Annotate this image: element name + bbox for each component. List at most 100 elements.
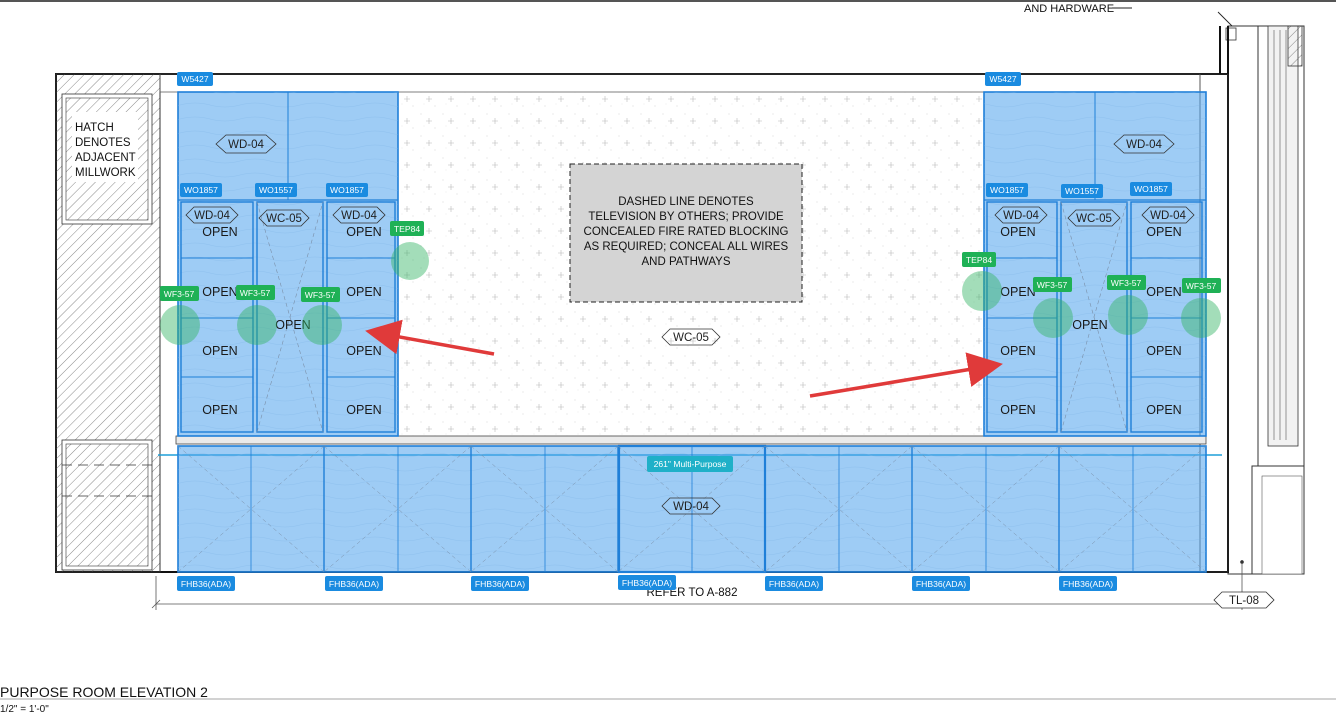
svg-text:FHB36(ADA): FHB36(ADA) (475, 579, 525, 589)
open-label: OPEN (202, 403, 237, 417)
svg-text:WO1857: WO1857 (990, 185, 1024, 195)
tag-w5427[interactable]: W5427 (985, 72, 1021, 86)
tag-wf3-57[interactable]: WF3-57 (301, 287, 340, 302)
svg-text:WF3-57: WF3-57 (164, 289, 195, 299)
tag-tep84[interactable]: TEP84 (962, 252, 996, 267)
svg-text:WO1857: WO1857 (184, 185, 218, 195)
svg-text:261" Multi-Purpose: 261" Multi-Purpose (654, 459, 727, 469)
tag-wf3-57[interactable]: WF3-57 (160, 286, 199, 301)
hatch-note-line: HATCH (75, 122, 114, 134)
svg-text:WD-04: WD-04 (1126, 139, 1162, 151)
hardware-note: AND HARDWARE (1024, 3, 1114, 15)
svg-text:FHB36(ADA): FHB36(ADA) (1063, 579, 1113, 589)
fixture-marker[interactable] (391, 242, 429, 280)
svg-text:WO1857: WO1857 (1134, 184, 1168, 194)
tag-wo1857[interactable]: WO1857 (180, 183, 222, 197)
open-label: OPEN (1146, 344, 1181, 358)
svg-text:WO1557: WO1557 (1065, 186, 1099, 196)
tag-fhb36[interactable]: FHB36(ADA) (177, 576, 235, 591)
svg-text:FHB36(ADA): FHB36(ADA) (769, 579, 819, 589)
tag-wo1857[interactable]: WO1857 (986, 183, 1028, 197)
open-label: OPEN (346, 403, 381, 417)
open-label: OPEN (202, 225, 237, 239)
tv-note-line: CONCEALED FIRE RATED BLOCKING (584, 226, 789, 238)
tag-wo1857[interactable]: WO1857 (1130, 182, 1172, 196)
tag-wf3-57[interactable]: WF3-57 (1182, 278, 1221, 293)
countertop (175, 435, 1207, 445)
svg-text:FHB36(ADA): FHB36(ADA) (181, 579, 231, 589)
svg-text:WD-04: WD-04 (194, 210, 230, 222)
fixture-marker[interactable] (302, 305, 342, 345)
svg-text:TL-08: TL-08 (1229, 595, 1259, 607)
fixture-marker[interactable] (1181, 298, 1221, 338)
tag-w5427[interactable]: W5427 (177, 72, 213, 86)
svg-text:WC-05: WC-05 (266, 213, 302, 225)
hatch-note-line: MILLWORK (75, 167, 136, 179)
svg-text:WO1857: WO1857 (330, 185, 364, 195)
open-label: OPEN (1000, 344, 1035, 358)
hex-label-wd04: WD-04 (215, 134, 277, 154)
hex-label-wc05: WC-05 (661, 328, 721, 346)
tv-note-line: AND PATHWAYS (641, 256, 730, 268)
tag-wf3-57[interactable]: WF3-57 (1033, 277, 1072, 292)
open-label: OPEN (1072, 318, 1107, 332)
hex-label-tl08: TL-08 (1213, 591, 1275, 609)
open-label: OPEN (202, 285, 237, 299)
svg-text:WD-04: WD-04 (341, 210, 377, 222)
svg-text:W5427: W5427 (181, 74, 208, 84)
hex-label-wd04: WD-04 (332, 206, 386, 224)
svg-text:FHB36(ADA): FHB36(ADA) (329, 579, 379, 589)
svg-text:WD-04: WD-04 (1150, 210, 1186, 222)
open-label: OPEN (1146, 225, 1181, 239)
tag-fhb36[interactable]: FHB36(ADA) (912, 576, 970, 591)
drawing-scale: 1/2" = 1'-0" (0, 704, 49, 715)
hex-label-wd04: WD-04 (1141, 206, 1195, 224)
open-label: OPEN (1000, 285, 1035, 299)
open-label: OPEN (346, 344, 381, 358)
tag-fhb36[interactable]: FHB36(ADA) (618, 575, 676, 590)
tag-fhb36[interactable]: FHB36(ADA) (471, 576, 529, 591)
tv-note-line: AS REQUIRED; CONCEAL ALL WIRES (584, 241, 789, 253)
open-label: OPEN (1146, 403, 1181, 417)
tv-note-line: DASHED LINE DENOTES (618, 196, 754, 208)
tag-wo1557[interactable]: WO1557 (1061, 184, 1103, 198)
svg-text:WF3-57: WF3-57 (1111, 278, 1142, 288)
svg-text:WC-05: WC-05 (1076, 213, 1112, 225)
drawing-title: PURPOSE ROOM ELEVATION 2 (0, 684, 208, 700)
tag-wf3-57[interactable]: WF3-57 (1107, 275, 1146, 290)
tag-fhb36[interactable]: FHB36(ADA) (1059, 576, 1117, 591)
fixture-marker[interactable] (962, 271, 1002, 311)
fixture-marker[interactable] (160, 305, 200, 345)
svg-text:FHB36(ADA): FHB36(ADA) (916, 579, 966, 589)
tag-tep84[interactable]: TEP84 (390, 221, 424, 236)
fixture-marker[interactable] (1033, 298, 1073, 338)
tv-note-line: TELEVISION BY OTHERS; PROVIDE (588, 211, 784, 223)
svg-text:W5427: W5427 (989, 74, 1016, 84)
fixture-marker[interactable] (237, 305, 277, 345)
svg-text:WC-05: WC-05 (673, 332, 709, 344)
elevation-drawing: AND HARDWARE HATCH DENOTES ADJACENT MILL… (0, 0, 1336, 715)
open-label: OPEN (202, 344, 237, 358)
hex-label-wd04: WD-04 (1113, 134, 1175, 154)
fixture-marker[interactable] (1108, 295, 1148, 335)
tag-fhb36[interactable]: FHB36(ADA) (765, 576, 823, 591)
tag-fhb36[interactable]: FHB36(ADA) (325, 576, 383, 591)
hatch-note-line: ADJACENT (75, 152, 136, 164)
tag-wo1557[interactable]: WO1557 (255, 183, 297, 197)
open-label: OPEN (1000, 403, 1035, 417)
svg-text:WO1557: WO1557 (259, 185, 293, 195)
svg-text:WF3-57: WF3-57 (1037, 280, 1068, 290)
svg-text:WF3-57: WF3-57 (240, 288, 271, 298)
tag-wf3-57[interactable]: WF3-57 (236, 285, 275, 300)
hex-label-wc05: WC-05 (1067, 209, 1121, 227)
tag-wo1857[interactable]: WO1857 (326, 183, 368, 197)
svg-text:WF3-57: WF3-57 (305, 290, 336, 300)
hex-label-wd04: WD-04 (661, 497, 721, 515)
tag-multipurpose[interactable]: 261" Multi-Purpose (647, 456, 733, 472)
open-label: OPEN (1146, 285, 1181, 299)
hatch-note-line: DENOTES (75, 137, 131, 149)
right-jamb (1217, 11, 1305, 575)
open-label: OPEN (346, 225, 381, 239)
svg-text:TEP84: TEP84 (966, 255, 992, 265)
hex-label-wd04: WD-04 (185, 206, 239, 224)
